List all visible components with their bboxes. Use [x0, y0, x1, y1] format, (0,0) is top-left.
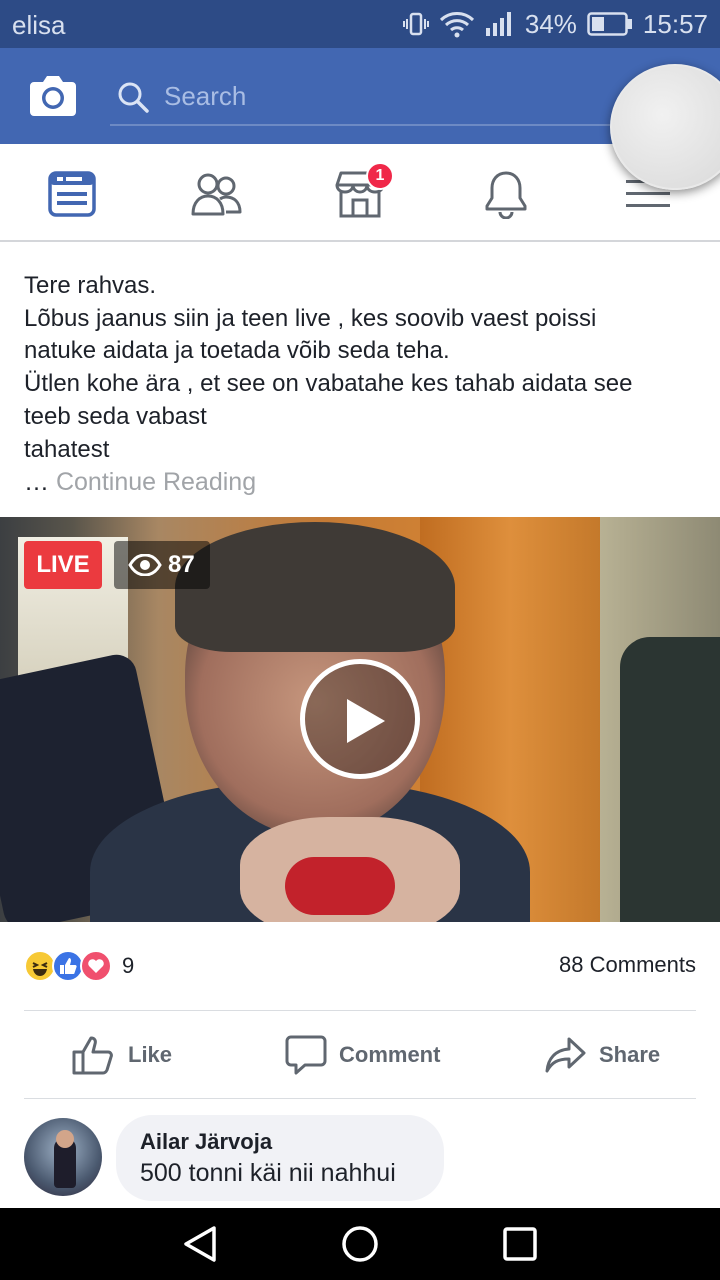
comment-bubble[interactable]: Ailar Järvoja 500 tonni käi nii nahhui [116, 1115, 444, 1201]
home-button[interactable] [340, 1224, 380, 1264]
search-input[interactable] [164, 76, 604, 116]
tab-news-feed[interactable] [42, 164, 102, 224]
eye-icon [128, 554, 162, 576]
video-frame-background [620, 637, 720, 922]
comments-count-link[interactable]: 88 Comments [559, 952, 696, 978]
recents-button[interactable] [500, 1224, 540, 1264]
divider [24, 1098, 696, 1099]
battery-icon [587, 12, 633, 36]
post-text-line: tahatest [24, 435, 110, 463]
post-text-line: Tere rahvas. [24, 272, 157, 299]
friends-icon [191, 173, 242, 216]
ellipsis: … [24, 468, 49, 496]
reactions-summary[interactable]: 9 [24, 950, 134, 982]
notification-badge: 1 [366, 162, 394, 190]
back-button[interactable] [180, 1224, 220, 1264]
reaction-count: 9 [122, 953, 135, 978]
status-bar: elisa 34% 15:57 [0, 0, 720, 48]
camera-icon [30, 76, 76, 116]
play-button[interactable] [300, 659, 420, 779]
news-feed-icon [48, 171, 96, 217]
vibrate-icon [402, 11, 429, 37]
love-reaction-icon [80, 950, 112, 982]
comment-label: Comment [339, 1042, 441, 1067]
comment-bubble-icon [285, 1035, 327, 1075]
video-frame-person-hair [175, 522, 455, 652]
continue-reading-row: … Continue Reading [24, 468, 256, 497]
comment-text: 500 tonni käi nii nahhui [140, 1159, 396, 1187]
viewer-count-badge: 87 [114, 541, 210, 589]
avatar-face [56, 1130, 74, 1148]
viewer-count: 87 [168, 551, 195, 578]
clock: 15:57 [642, 8, 708, 39]
tab-bar: 1 [0, 144, 720, 242]
post-text-line: Lõbus jaanus siin ja teen live , kes soo… [24, 304, 597, 332]
camera-button[interactable] [28, 72, 78, 118]
commenter-avatar[interactable] [24, 1118, 102, 1196]
battery-percent: 34% [524, 8, 577, 39]
back-triangle-icon [184, 1226, 216, 1262]
status-icons: 34% 15:57 [402, 8, 708, 40]
like-label: Like [128, 1042, 173, 1067]
tab-notifications[interactable] [476, 164, 536, 224]
search-icon [118, 82, 149, 113]
share-label: Share [599, 1042, 661, 1067]
tab-marketplace[interactable]: 1 [330, 162, 394, 224]
live-badge: LIVE [24, 541, 102, 589]
home-circle-icon [342, 1226, 378, 1262]
bell-icon [485, 171, 527, 219]
system-navigation-bar [0, 1208, 720, 1280]
post-text-line: teeb seda vabast [24, 402, 207, 430]
thumbs-up-icon [72, 1036, 113, 1075]
search-bar[interactable] [110, 70, 630, 126]
share-arrow-icon [545, 1037, 586, 1073]
carrier-name: elisa [12, 10, 66, 40]
share-button[interactable]: Share [545, 1030, 660, 1080]
like-button[interactable]: Like [72, 1030, 172, 1080]
video-frame-fidget-spinner [285, 857, 395, 915]
comment-button[interactable]: Comment [285, 1030, 440, 1080]
post-text-line: natuke aidata ja toetada võib seda teha. [24, 337, 450, 365]
comment-author[interactable]: Ailar Järvoja [140, 1129, 444, 1155]
play-icon [347, 699, 385, 743]
continue-reading-link[interactable]: Continue Reading [56, 468, 256, 496]
signal-icon [485, 11, 515, 37]
tab-friends[interactable] [186, 164, 246, 224]
post-text-line: Ütlen kohe ära , et see on vabatahe kes … [24, 370, 633, 398]
divider [24, 1010, 696, 1011]
recents-square-icon [503, 1227, 537, 1261]
wifi-icon [439, 10, 475, 38]
post-body-text: Tere rahvas. Lõbus jaanus siin ja teen l… [24, 270, 704, 466]
